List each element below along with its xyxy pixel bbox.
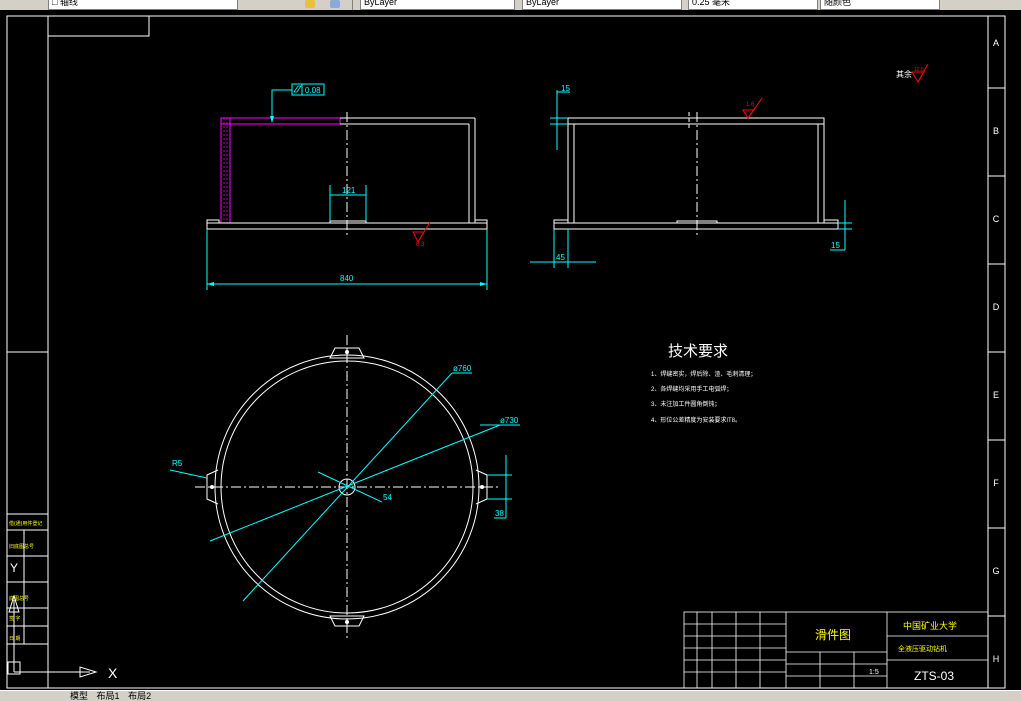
title-part-name: 滑件图 bbox=[815, 628, 851, 642]
linetype-dropdown[interactable]: ByLayer bbox=[522, 0, 682, 10]
tech-item: 2、各焊缝均采用手工电弧焊； bbox=[651, 385, 732, 393]
zone-letter: D bbox=[993, 302, 1000, 312]
layer-previous-icon[interactable] bbox=[330, 0, 340, 8]
tech-title: 技术要求 bbox=[668, 343, 728, 360]
side-view: 15 15 45 1.6 bbox=[530, 84, 852, 268]
dim-45: 45 bbox=[556, 253, 565, 262]
roughness-6-3: 6.3 bbox=[416, 242, 425, 248]
color-dropdown[interactable]: ByLayer bbox=[360, 0, 515, 10]
tech-requirements: 技术要求 1、焊缝密实，焊后除、渣、毛刺清理； 2、各焊缝均采用手工电弧焊； 3… bbox=[651, 343, 756, 424]
dim-38: 38 bbox=[495, 509, 504, 518]
dim-15-top: 15 bbox=[561, 84, 570, 93]
layout-tabs-bar: 模型 布局1 布局2 bbox=[0, 690, 1021, 701]
ucs-y-label: Y bbox=[10, 561, 18, 575]
dim-121: 121 bbox=[342, 186, 356, 195]
roughness-rest-value: 12.5 bbox=[914, 67, 924, 73]
zone-letter: A bbox=[993, 38, 999, 48]
roughness-rest-note: 其余 12.5 bbox=[896, 63, 929, 83]
zone-letter: H bbox=[993, 654, 1000, 664]
lineweight-dropdown[interactable]: 0.25 毫米 bbox=[688, 0, 818, 10]
zone-letter: B bbox=[993, 126, 999, 136]
drawing-frame bbox=[6, 15, 1006, 689]
dim-15-side: 15 bbox=[831, 241, 840, 250]
title-scale: 1:5 bbox=[869, 669, 879, 676]
roughness-rest-label: 其余 bbox=[896, 69, 912, 79]
zone-letter: F bbox=[993, 478, 999, 488]
tech-item: 4、形位公差精度为安装要求IT8。 bbox=[651, 416, 741, 424]
zone-letter: G bbox=[992, 566, 999, 576]
strip-label: 签 字 bbox=[9, 615, 20, 622]
dim-840: 840 bbox=[340, 274, 354, 283]
drawing-canvas[interactable]: A B C D E F G H 借(通)用件登记 旧底图总号 底图总号 签 字 … bbox=[0, 10, 1021, 690]
flatness-value: 0.08 bbox=[305, 86, 321, 95]
zone-letter: E bbox=[993, 390, 999, 400]
layer-state-icon[interactable] bbox=[305, 0, 315, 8]
title-university: 中国矿业大学 bbox=[903, 620, 957, 631]
zone-letter: C bbox=[993, 214, 1000, 224]
dim-phi760: ø760 bbox=[453, 364, 472, 373]
dim-r5: R5 bbox=[172, 459, 183, 468]
plotstyle-dropdown[interactable]: 随颜色 bbox=[820, 0, 940, 10]
tech-item: 1、焊缝密实，焊后除、渣、毛刺清理； bbox=[651, 370, 756, 378]
dim-phi730: ø730 bbox=[500, 416, 519, 425]
strip-label: 日 期 bbox=[9, 636, 20, 642]
strip-label: 旧底图总号 bbox=[9, 543, 34, 550]
roughness-1-6: 1.6 bbox=[746, 102, 755, 108]
dim-54: 54 bbox=[383, 493, 392, 502]
zone-strip: A B C D E F G H bbox=[988, 38, 1005, 664]
title-drawing-no: ZTS-03 bbox=[914, 669, 954, 683]
front-section-view: 0.08 121 840 6.3 bbox=[206, 83, 488, 290]
title-project: 全液压驱动钻机 bbox=[898, 644, 947, 653]
ucs-x-label: X bbox=[108, 665, 118, 681]
top-view: ø760 ø730 R5 54 38 bbox=[169, 335, 520, 640]
layer-dropdown[interactable]: □ 轴线 bbox=[48, 0, 238, 10]
strip-label: 借(通)用件登记 bbox=[9, 520, 42, 527]
tech-item: 3、未注加工件圆角倒钝； bbox=[651, 400, 720, 408]
